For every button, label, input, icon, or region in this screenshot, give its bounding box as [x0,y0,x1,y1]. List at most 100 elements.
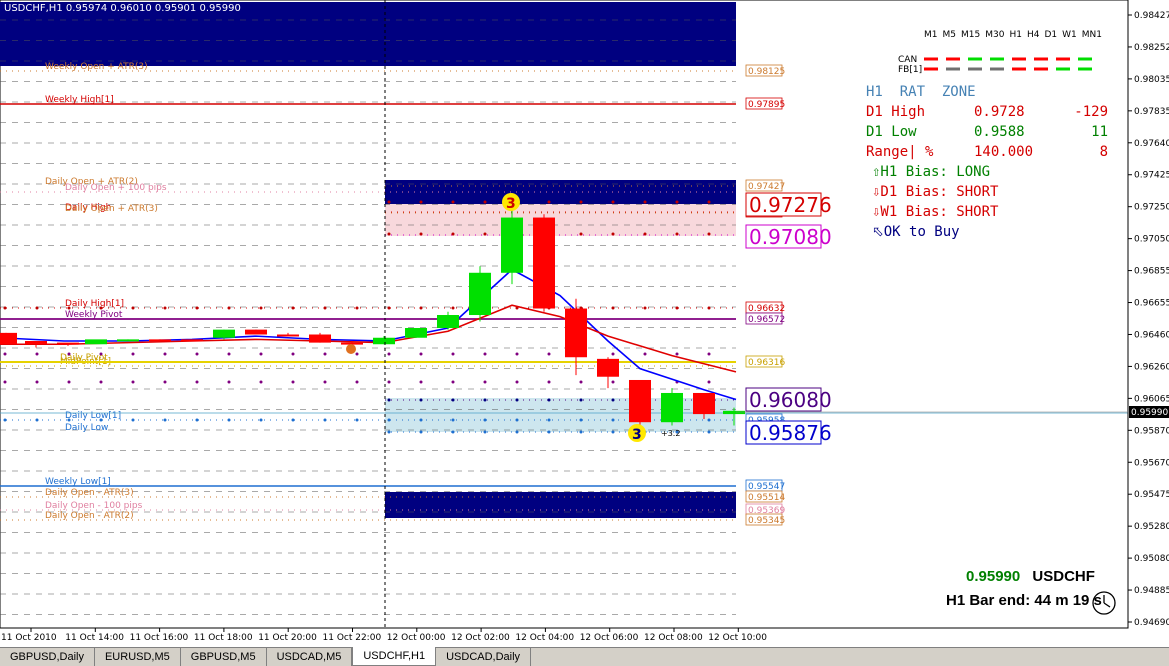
price-tick-label: 0.95280 [1134,522,1169,532]
level-dot [611,380,615,384]
level-dot [643,306,647,310]
level-dot [547,430,551,434]
level-dot [547,380,551,384]
big-tag-low: 0.95876 [745,420,832,445]
price-tick-label: 0.96655 [1134,299,1169,309]
candle-body [85,339,107,345]
level-dot [227,380,231,384]
level-dot [515,430,519,434]
level-tag: 0.97895 [748,100,785,110]
level-dot [35,418,39,422]
level-dot [419,352,423,356]
daily-low-zone [385,398,736,432]
level-dot [259,418,263,422]
big-tag-purple-text: 0.96080 [749,388,832,412]
level-dot [291,306,295,310]
candle-body [533,217,555,309]
level-dot [355,352,359,356]
level-dot [35,380,39,384]
range-diff: 8 [1099,144,1108,160]
level-dot [611,200,615,204]
level-dot [35,306,39,310]
candle-body [0,332,17,345]
level-label: Daily Open - 100 pips [45,501,143,511]
level-dot [483,232,487,236]
d1-low-value: 0.9588 [974,124,1025,140]
price-tick-label: 0.96460 [1134,330,1169,340]
timeframe-label: MN1 [1081,30,1102,40]
level-tag: 0.96632 [748,304,785,314]
level-dot [419,232,423,236]
level-dot [707,232,711,236]
timeframe-label: D1 [1044,30,1058,40]
candle-body [565,308,587,358]
level-dot [451,418,455,422]
timeframe-label: W1 [1062,30,1077,40]
chart-tab[interactable]: USDCHF,H1 [352,647,437,666]
d1-high-label: D1 High [866,104,926,120]
level-dot [387,352,391,356]
chart-tab[interactable]: GBPUSD,Daily [0,648,95,666]
candle-body [181,339,203,342]
level-tag: 0.96572 [748,315,785,325]
timeframe-label: M5 [942,30,957,40]
candle-body [661,392,683,423]
level-dot [419,398,423,402]
time-tick-label: 11 Oct 20:00 [258,633,317,643]
level-dot [67,306,71,310]
chart-tab[interactable]: GBPUSD,M5 [181,648,267,666]
level-dot [483,418,487,422]
time-axis: 11 Oct 2010 11 Oct 14:00 11 Oct 16:00 11 Oc… [1,628,767,643]
panel-range-row: Range| % 140.000 8 [866,142,1108,162]
level-dot [547,418,551,422]
level-dot [643,232,647,236]
candle-body [723,410,745,415]
level-dot [547,398,551,402]
level-dot [3,352,7,356]
time-tick-label: 11 Oct 2010 [1,633,57,643]
chart-caption: USDCHF,H1 0.95974 0.96010 0.95901 0.9599… [2,3,243,14]
level-dot [291,352,295,356]
chart-area[interactable]: Weekly Open + ATR(3) 0.98125 Weekly High[1… [0,0,1169,647]
price-tick-label: 0.97050 [1134,235,1169,245]
level-dot [259,380,263,384]
level-dot [611,430,615,434]
level-dot [387,380,391,384]
level-dot [99,352,103,356]
price-display: 0.95990 USDCHF [966,568,1095,585]
level-dot [547,352,551,356]
time-tick-label: 12 Oct 06:00 [580,633,639,643]
level-dot [419,306,423,310]
chart-tab[interactable]: EURUSD,M5 [95,648,181,666]
legend-fb-label: FB[1] [898,65,922,75]
level-dot [227,306,231,310]
level-dot [611,232,615,236]
candle-body [117,339,139,342]
level-dot [195,380,199,384]
level-dot [387,306,391,310]
level-dot [579,430,583,434]
chart-tab[interactable]: USDCAD,M5 [267,648,353,666]
timeframe-label: M1 [924,30,938,40]
candle-body [57,342,79,345]
level-dot [643,200,647,204]
candle-body [213,329,235,338]
chart-tab[interactable]: USDCAD,Daily [436,648,532,666]
level-label: Weekly Open + ATR(3) [45,62,148,72]
level-dot [451,306,455,310]
candle-body [693,392,715,415]
level-dot [3,380,7,384]
level-dot [67,380,71,384]
level-dot [387,398,391,402]
timeframe-label: M15 [961,30,981,40]
level-dot [227,418,231,422]
level-label: Weekly Low[1] [45,477,111,487]
level-dot [579,380,583,384]
level-dot [131,352,135,356]
range-value: 140.000 [974,144,1034,160]
candle-body [629,379,651,423]
level-dot [99,380,103,384]
level-dot [483,200,487,204]
daily-high-zone [385,204,736,236]
panel-d1-high-row: D1 High 0.9728 -129 [866,102,1108,122]
